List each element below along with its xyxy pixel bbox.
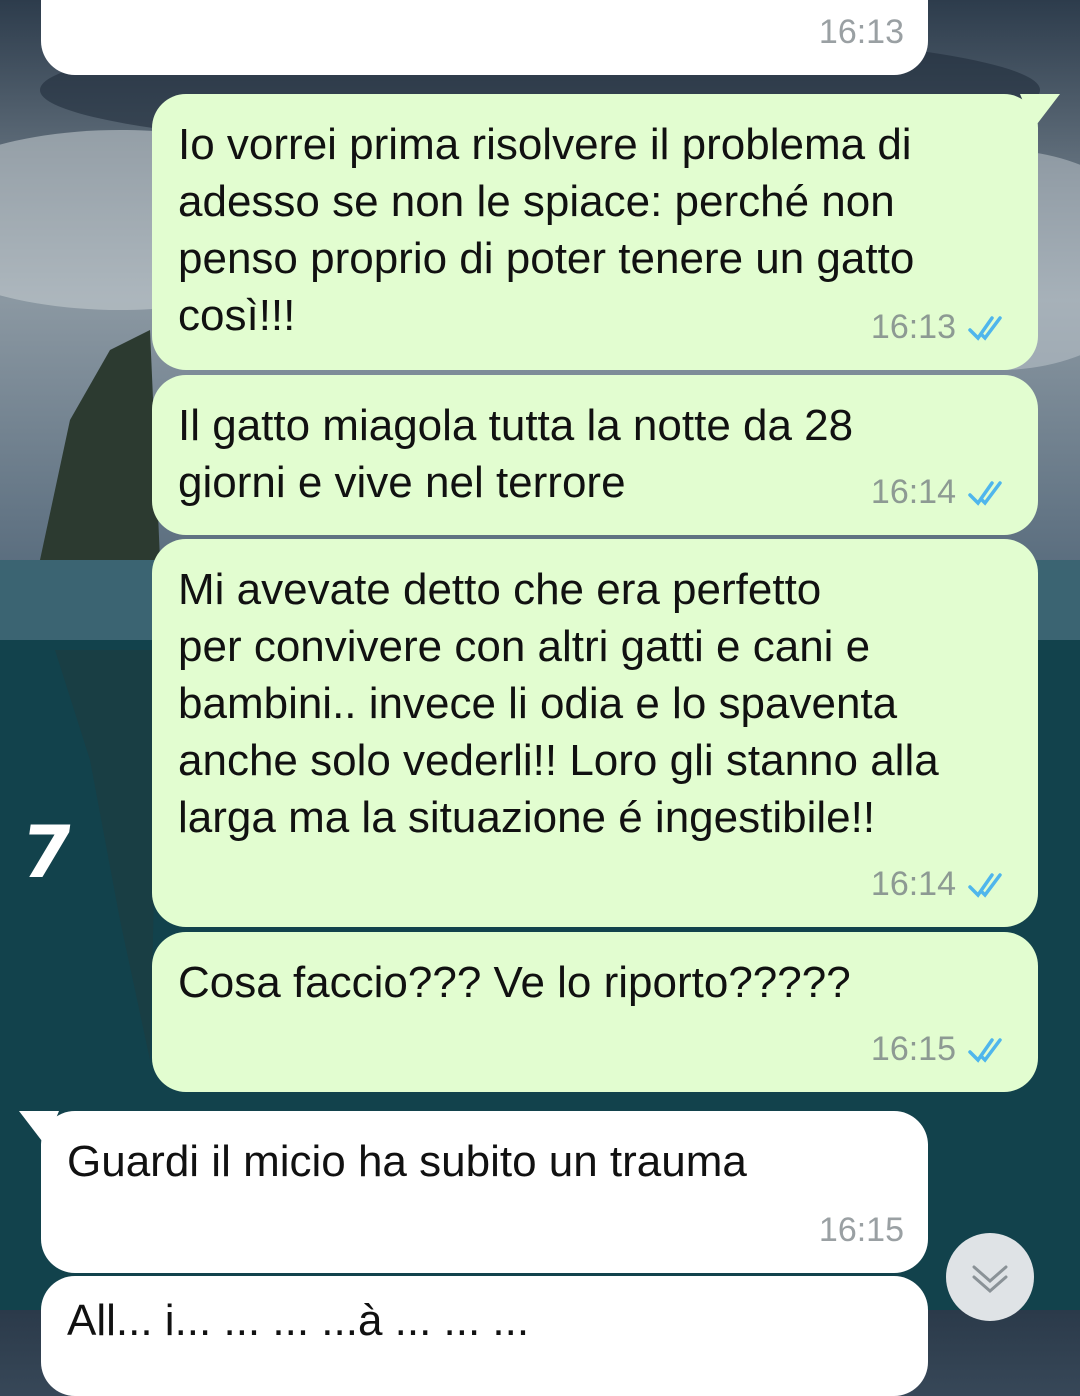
message-time: 16:13	[870, 308, 956, 346]
message-text: Cosa faccio??? Ve lo riporto?????	[178, 958, 851, 1007]
incoming-message[interactable]: Guardi il micio ha subito un trauma 16:1…	[19, 1111, 928, 1273]
outgoing-message[interactable]: Il gatto miagola tutta la notte da 28 gi…	[152, 375, 1038, 535]
message-text: Guardi il micio ha subito un trauma	[67, 1137, 747, 1186]
double-check-icon	[968, 872, 1002, 898]
double-check-icon	[968, 480, 1002, 506]
incoming-message[interactable]: All... i... ... ... ...à ... ... ...	[41, 1276, 928, 1396]
scroll-to-bottom-button[interactable]	[946, 1233, 1034, 1321]
double-check-icon	[968, 1037, 1002, 1063]
bubble-tail	[1020, 94, 1060, 128]
bubble-tail	[19, 1111, 59, 1145]
chevron-down-icon	[972, 1265, 1008, 1293]
outgoing-message[interactable]: Mi avevate detto che era perfetto per co…	[152, 539, 1038, 927]
message-text: All... i... ... ... ...à ... ... ...	[67, 1296, 530, 1345]
double-check-icon	[968, 315, 1002, 341]
message-time: 16:14	[870, 473, 956, 511]
message-time: 16:15	[818, 1211, 904, 1249]
message-time: 16:15	[870, 1030, 956, 1068]
outgoing-message[interactable]: Io vorrei prima risolvere il problema di…	[152, 94, 1060, 370]
incoming-message[interactable]: 16:13	[41, 0, 928, 75]
message-text: Mi avevate detto che era perfetto per co…	[178, 565, 939, 842]
message-time: 16:13	[818, 13, 904, 51]
message-time: 16:14	[870, 865, 956, 903]
outgoing-message[interactable]: Cosa faccio??? Ve lo riporto????? 16:15	[152, 932, 1038, 1092]
